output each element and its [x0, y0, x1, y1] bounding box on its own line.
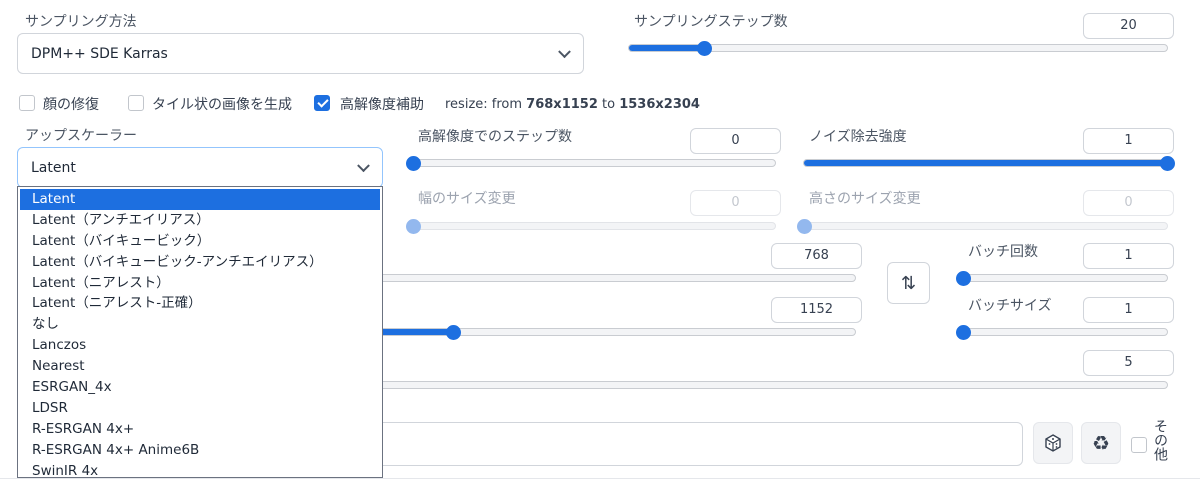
sampling-steps-slider[interactable] — [628, 40, 1168, 56]
denoise-slider[interactable] — [803, 155, 1175, 171]
upscaler-option[interactable]: Latent（バイキュービック-アンチエイリアス） — [18, 252, 382, 273]
face-restore-label: 顔の修復 — [43, 97, 99, 113]
upscaler-option[interactable]: Latent（ニアレスト-正確） — [18, 293, 382, 314]
sampling-method-label: サンプリング方法 — [25, 14, 137, 30]
sampling-steps-input[interactable]: 20 — [1083, 13, 1174, 39]
slider-thumb[interactable] — [955, 324, 971, 340]
batch-size-input[interactable]: 1 — [1083, 297, 1174, 323]
upscaler-option[interactable]: Latent（アンチエイリアス） — [18, 210, 382, 231]
hires-steps-slider[interactable] — [405, 155, 776, 171]
batch-count-slider[interactable] — [955, 270, 1168, 286]
upscaler-select[interactable]: Latent — [17, 147, 383, 188]
slider-thumb[interactable] — [405, 155, 421, 171]
resize-height-input[interactable]: 0 — [1083, 190, 1174, 216]
upscaler-option[interactable]: LDSR — [18, 398, 382, 419]
extra-label: その他 — [1152, 419, 1168, 461]
tiling-label: タイル状の画像を生成 — [152, 97, 292, 113]
slider-thumb[interactable] — [796, 218, 812, 234]
batch-count-label: バッチ回数 — [968, 244, 1038, 260]
resize-width-slider[interactable] — [405, 218, 776, 234]
resize-width-input[interactable]: 0 — [690, 190, 781, 216]
batch-size-slider[interactable] — [955, 324, 1168, 340]
recycle-icon: ♻ — [1092, 431, 1110, 455]
upscaler-option[interactable]: R-ESRGAN 4x+ Anime6B — [18, 440, 382, 461]
upscaler-dropdown-list[interactable]: Latent Latent（アンチエイリアス） Latent（バイキュービック） La… — [17, 186, 383, 479]
swap-icon: ⇅ — [900, 272, 917, 294]
dice-icon — [1045, 434, 1061, 452]
hires-fix-label: 高解像度補助 — [340, 97, 424, 113]
extra-seed-checkbox[interactable] — [1131, 437, 1147, 453]
upscaler-option[interactable]: Lanczos — [18, 335, 382, 356]
chevron-down-icon — [357, 158, 370, 172]
slider-fill — [629, 45, 705, 51]
random-seed-button[interactable] — [1033, 422, 1073, 464]
resize-width-label: 幅のサイズ変更 — [418, 191, 516, 207]
slider-fill — [804, 160, 1167, 166]
seed-input[interactable] — [370, 422, 1023, 466]
upscaler-option[interactable]: ESRGAN_4x — [18, 377, 382, 398]
upscaler-option[interactable]: Latent（バイキュービック） — [18, 231, 382, 252]
upscaler-option[interactable]: Latent（ニアレスト） — [18, 273, 382, 294]
slider-fill — [371, 329, 454, 335]
hires-fix-checkbox[interactable] — [314, 95, 330, 111]
upscaler-value: Latent — [31, 159, 76, 176]
upscaler-option[interactable]: なし — [18, 314, 382, 335]
sampling-steps-label: サンプリングステップ数 — [634, 14, 788, 30]
resize-height-slider[interactable] — [796, 218, 1168, 234]
upscaler-option[interactable]: SwinIR 4x — [18, 461, 382, 482]
cfg-scale-input[interactable]: 5 — [1083, 350, 1174, 376]
denoise-input[interactable]: 1 — [1083, 128, 1174, 154]
chevron-down-icon — [558, 44, 571, 58]
upscaler-option[interactable]: R-ESRGAN 4x+ — [18, 419, 382, 440]
reuse-seed-button[interactable]: ♻ — [1081, 422, 1121, 464]
width-slider[interactable] — [370, 274, 856, 282]
swap-dimensions-button[interactable]: ⇅ — [887, 262, 930, 304]
width-input[interactable]: 768 — [771, 243, 862, 269]
slider-thumb[interactable] — [696, 40, 712, 56]
slider-thumb[interactable] — [1159, 155, 1175, 171]
upscaler-label: アップスケーラー — [25, 128, 137, 144]
resize-height-label: 高さのサイズ変更 — [809, 191, 921, 207]
resize-info: resize: from 768x1152 to 1536x2304 — [445, 97, 700, 112]
slider-thumb[interactable] — [955, 270, 971, 286]
hires-steps-input[interactable]: 0 — [690, 128, 781, 154]
hires-steps-label: 高解像度でのステップ数 — [418, 129, 572, 145]
height-slider[interactable] — [370, 324, 856, 340]
upscaler-option[interactable]: Nearest — [18, 356, 382, 377]
slider-thumb[interactable] — [445, 324, 461, 340]
height-input[interactable]: 1152 — [771, 297, 862, 323]
batch-size-label: バッチサイズ — [968, 298, 1052, 314]
denoise-label: ノイズ除去強度 — [809, 129, 907, 145]
tiling-checkbox[interactable] — [128, 95, 144, 111]
slider-thumb[interactable] — [405, 218, 421, 234]
cfg-scale-slider[interactable] — [370, 381, 1168, 389]
sampling-method-value: DPM++ SDE Karras — [31, 45, 168, 62]
sampling-method-select[interactable]: DPM++ SDE Karras — [17, 33, 584, 74]
face-restore-checkbox[interactable] — [19, 95, 35, 111]
batch-count-input[interactable]: 1 — [1083, 243, 1174, 269]
upscaler-option[interactable]: Latent — [20, 189, 380, 210]
